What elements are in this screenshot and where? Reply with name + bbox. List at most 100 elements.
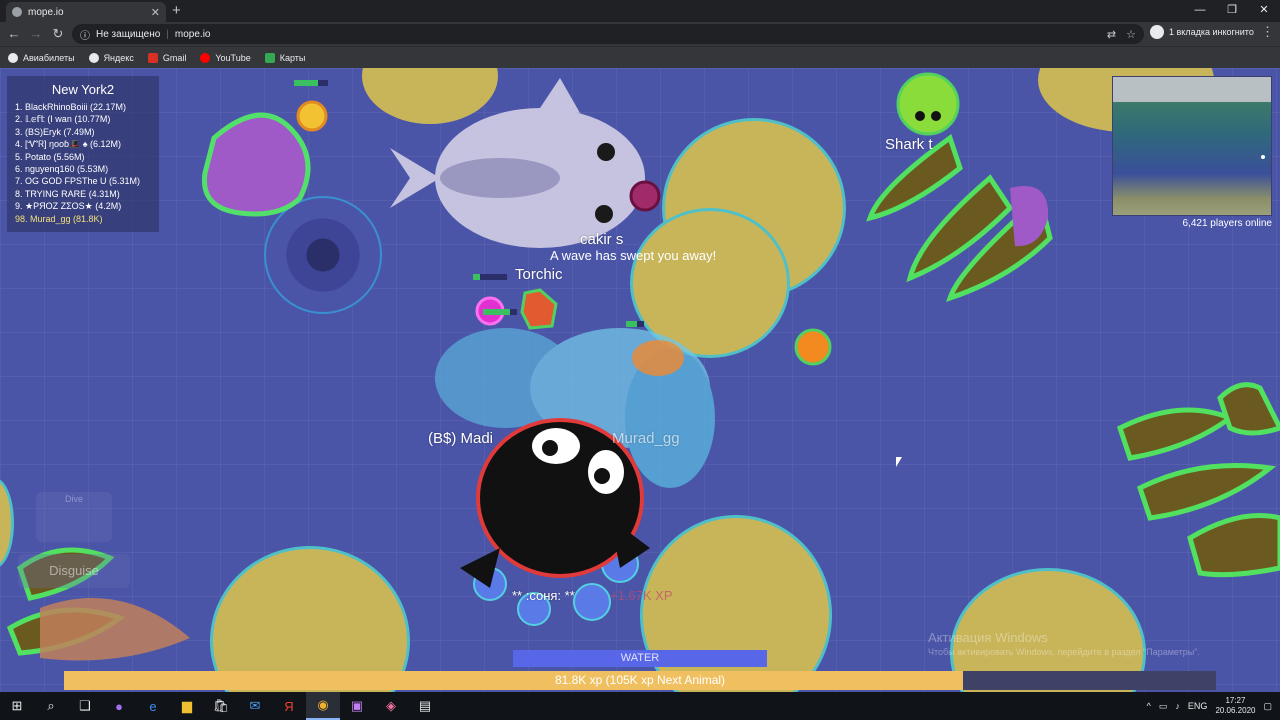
creature-hp-bar: [483, 309, 517, 315]
mail-icon[interactable]: ✉: [238, 692, 272, 720]
store-icon[interactable]: 🛍: [204, 692, 238, 720]
player-name-cakir: cakir s: [580, 231, 624, 248]
yandex-browser-icon[interactable]: Я: [272, 692, 306, 720]
bookmark-label: Авиабилеты: [23, 52, 75, 63]
cortana-icon[interactable]: ●: [102, 692, 136, 720]
torchic: [520, 288, 558, 330]
biome-indicator: WATER: [513, 650, 767, 667]
leaderboard-server: New York2: [51, 82, 115, 97]
bookmarks-bar: Авиабилеты Яндекс Gmail YouTube Карты: [0, 46, 1280, 68]
back-icon[interactable]: ←: [4, 24, 24, 44]
close-window-icon[interactable]: ✕: [1248, 0, 1280, 20]
bookmark-label: Gmail: [162, 52, 187, 63]
maps-icon: [264, 52, 275, 63]
minimap-player-marker: [1261, 155, 1265, 159]
xp-gain-popup: +1.67K XP: [610, 588, 673, 603]
incognito-icon: [1150, 25, 1164, 39]
minimap: [1112, 76, 1272, 216]
purple-blob: [201, 112, 311, 217]
mouse-cursor-icon: [896, 457, 902, 467]
system-tray: ^ ▭ ♪ ENG 17:27 20.06.2020 ▢: [1147, 696, 1280, 716]
leaderboard-row: 7. OG GOD FPSThe U (5.31M): [15, 176, 141, 187]
chevron-up-icon[interactable]: ^: [1147, 701, 1151, 711]
leaderboard-row: 8. TRYING RARE (4.31M): [15, 188, 120, 199]
task-view-icon[interactable]: ❑: [68, 692, 102, 720]
leaderboard-row-self: 98. Murad_gg (81.8K): [15, 213, 103, 224]
premiere-icon[interactable]: ▣: [340, 692, 374, 720]
activation-title: Активация Windows: [928, 630, 1048, 645]
window-controls: — ❐ ✕: [1184, 0, 1280, 20]
player-name-torchic: Torchic: [515, 266, 563, 283]
bookmark-label: Карты: [279, 52, 306, 63]
bookmark-aviabilety[interactable]: Авиабилеты: [8, 52, 75, 63]
search-icon[interactable]: ⌕: [34, 692, 68, 720]
player-name-shark: Shark t: [885, 136, 933, 153]
orange-food: [794, 328, 832, 366]
gmail-icon: [147, 52, 158, 63]
leaderboard: New York2 1. BlackRhinoBoiii (22.17M) 2.…: [7, 76, 159, 232]
reload-icon[interactable]: ↻: [48, 24, 68, 44]
bookmark-gmail[interactable]: Gmail: [147, 52, 187, 63]
game-canvas[interactable]: New York2 1. BlackRhinoBoiii (22.17M) 2.…: [0, 68, 1280, 692]
new-tab-icon[interactable]: +: [172, 2, 181, 20]
info-icon[interactable]: ⓘ: [80, 27, 90, 42]
bookmark-star-icon[interactable]: ☆: [1126, 28, 1136, 41]
url-text: mope.io: [174, 28, 211, 40]
windows-taskbar: ⊞ ⌕ ❑ ● e ▆ 🛍 ✉ Я ◉ ▣ ◈ ▤ ^ ▭ ♪ ENG 17:2…: [0, 692, 1280, 720]
disguise-button[interactable]: Disguise: [18, 554, 130, 588]
leaderboard-row: 3. (BS)Eryk (7.49M): [15, 126, 95, 137]
notifications-icon[interactable]: ▢: [1263, 701, 1272, 712]
windows-activation-watermark: Активация Windows Чтобы активировать Win…: [928, 630, 1200, 657]
globe-icon: [8, 52, 18, 63]
shark: [390, 78, 661, 248]
youtube-icon: [200, 52, 211, 63]
volume-icon[interactable]: ♪: [1175, 701, 1180, 711]
orange-fish: [632, 340, 684, 376]
chrome-icon[interactable]: ◉: [306, 692, 340, 720]
leaderboard-row: 4. [ᏉᏒ] ŋooɓ🎩 ♠ (6.12M): [15, 139, 122, 150]
player-name-sonya: ** :соня: **: [512, 588, 575, 603]
bookmark-youtube[interactable]: YouTube: [200, 52, 251, 63]
edge-icon[interactable]: e: [136, 692, 170, 720]
tab-strip: mope.io ✕ + — ❐ ✕: [0, 0, 1280, 22]
incognito-indicator[interactable]: 1 вкладка инкогнито: [1150, 25, 1254, 39]
players-online: 6,421 players online: [1182, 218, 1272, 229]
close-tab-icon[interactable]: ✕: [151, 6, 160, 19]
omnibox-separator: |: [166, 28, 169, 40]
menu-icon[interactable]: ⋮: [1261, 24, 1274, 40]
network-icon[interactable]: ▭: [1159, 701, 1168, 712]
tab-favicon-icon: [12, 7, 22, 17]
globe-icon: [88, 52, 99, 63]
incognito-label: 1 вкладка инкогнито: [1169, 27, 1254, 37]
wave-message: A wave has swept you away!: [550, 248, 717, 263]
clock-date: 20.06.2020: [1215, 706, 1256, 715]
translate-icon[interactable]: ⇄: [1107, 28, 1116, 41]
torchic-hp-bar: [473, 274, 507, 280]
tab-mope[interactable]: mope.io ✕: [6, 2, 166, 22]
document-icon[interactable]: ▤: [408, 692, 442, 720]
forward-icon[interactable]: →: [26, 24, 46, 44]
duck-hp-bar: [294, 80, 328, 86]
leaderboard-row: 9. ★PЯOZ ZΣOS★ (4.2M): [15, 201, 122, 212]
address-bar[interactable]: ⓘ Не защищено | mope.io ⇄ ☆: [72, 24, 1144, 44]
duck: [296, 100, 328, 132]
stingray: [40, 598, 190, 661]
seaweed: [1116, 382, 1280, 578]
xp-bar-text: 81.8K xp (105K xp Next Animal): [554, 673, 726, 687]
restore-icon[interactable]: ❐: [1216, 0, 1248, 20]
fish-hp-bar: [626, 321, 644, 327]
dive-button[interactable]: Dive: [36, 492, 112, 542]
activation-hint: Чтобы активировать Windows, перейдите в …: [928, 647, 1200, 657]
bookmark-yandex[interactable]: Яндекс: [88, 52, 134, 63]
file-explorer-icon[interactable]: ▆: [170, 692, 204, 720]
app-icon[interactable]: ◈: [374, 692, 408, 720]
minimize-icon[interactable]: —: [1184, 0, 1216, 20]
leaderboard-row: 5. Potato (5.56M): [15, 151, 85, 162]
clock[interactable]: 17:27 20.06.2020: [1215, 696, 1255, 716]
bookmark-label: Яндекс: [103, 52, 134, 63]
windows-start-icon[interactable]: ⊞: [0, 692, 34, 720]
bookmark-maps[interactable]: Карты: [264, 52, 306, 63]
browser-toolbar: ← → ↻ ⓘ Не защищено | mope.io ⇄ ☆ 1 вкла…: [0, 22, 1280, 46]
leaderboard-row: 2. 𝕃𝕖𝕗𝕥 (I wan (10.77M): [15, 114, 111, 125]
language-indicator[interactable]: ENG: [1188, 701, 1208, 711]
